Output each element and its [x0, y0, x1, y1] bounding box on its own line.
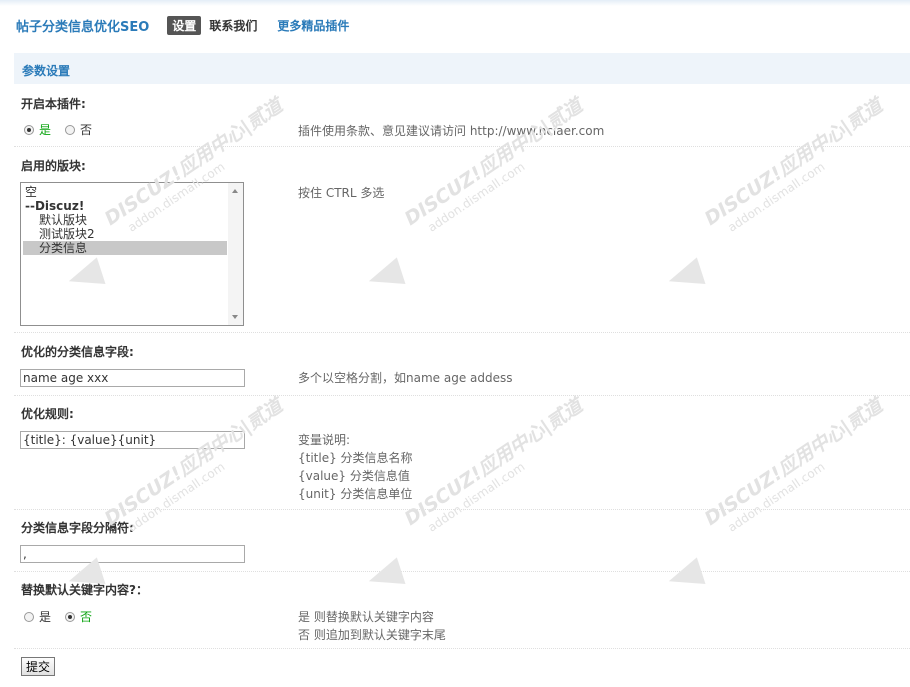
submit-button[interactable]: 提交 [21, 657, 56, 676]
replace-yes-label[interactable]: 是 [39, 608, 51, 625]
rule-hint: 变量说明: {title} 分类信息名称 {value} 分类信息值 {unit… [298, 431, 413, 503]
row-divider [14, 571, 910, 572]
forums-label: 启用的版块: [21, 159, 86, 173]
separator-label: 分类信息字段分隔符: [21, 521, 134, 535]
watermark-text: DISCUZ!应用中心|贰道 [700, 94, 887, 231]
rule-hint-line: {title} 分类信息名称 [298, 451, 413, 465]
section-title: 参数设置 [22, 64, 71, 78]
watermark: DISCUZ!应用中心|贰道 addon.dismall.com [660, 395, 900, 600]
rule-label: 优化规则: [21, 407, 74, 421]
separator-input[interactable] [20, 545, 245, 563]
enable-plugin-radio-group: 是 否 [24, 121, 106, 138]
forum-option-classified[interactable]: 分类信息 [23, 241, 227, 255]
tab-settings[interactable]: 设置 [167, 15, 202, 35]
watermark-arrow-icon [664, 257, 706, 295]
watermark-subtext: addon.dismall.com [725, 159, 828, 235]
enable-no-label[interactable]: 否 [80, 121, 92, 138]
watermark-subtext: addon.dismall.com [725, 459, 828, 535]
forum-option-test2[interactable]: 测试版块2 [23, 227, 227, 241]
forum-option-default[interactable]: 默认版块 [23, 213, 227, 227]
rule-hint-line: 变量说明: [298, 433, 351, 447]
replace-hint-line: 否 则追加到默认关键字末尾 [298, 628, 446, 642]
tab-more-plugins[interactable]: 更多精品插件 [277, 17, 349, 34]
watermark: DISCUZ!应用中心|贰道 addon.dismall.com [360, 95, 600, 300]
watermark-subtext: addon.dismall.com [425, 459, 528, 535]
row-divider [14, 146, 910, 147]
scroll-down-icon[interactable] [232, 315, 238, 319]
forum-group-discuz: --Discuz! [25, 199, 85, 213]
watermark: DISCUZ!应用中心|贰道 addon.dismall.com [660, 95, 900, 300]
row-divider [14, 509, 910, 510]
replace-keywords-hint: 是 则替换默认关键字内容 否 则追加到默认关键字末尾 [298, 608, 446, 644]
enable-no-radio[interactable] [65, 124, 76, 135]
plugin-header: 帖子分类信息优化SEO 设置 联系我们 更多精品插件 [16, 15, 349, 35]
enable-plugin-hint: 插件使用条款、意见建议请访问 http://www.nciaer.com [298, 124, 605, 138]
rule-hint-line: {unit} 分类信息单位 [298, 487, 413, 501]
replace-no-radio[interactable] [65, 611, 76, 622]
fields-input[interactable] [20, 369, 245, 387]
scroll-up-icon[interactable] [232, 189, 238, 193]
forums-multiselect[interactable]: 空 --Discuz! 默认版块 测试版块2 分类信息 [20, 182, 244, 326]
forums-scrollbar[interactable] [228, 183, 243, 325]
watermark-arrow-icon [364, 257, 406, 295]
replace-keywords-radio-group: 是 否 [24, 608, 106, 625]
replace-keywords-label: 替换默认关键字内容?： [21, 583, 148, 597]
tab-contact[interactable]: 联系我们 [209, 17, 257, 34]
replace-no-label[interactable]: 否 [80, 608, 92, 625]
replace-hint-line: 是 则替换默认关键字内容 [298, 610, 434, 624]
watermark-arrow-icon [364, 557, 406, 595]
replace-yes-radio[interactable] [24, 611, 34, 622]
row-divider [14, 648, 910, 649]
rule-hint-line: {value} 分类信息值 [298, 469, 410, 483]
top-gradient-band [0, 0, 910, 6]
rule-input[interactable] [20, 431, 245, 449]
forum-option-empty[interactable]: 空 [23, 185, 227, 199]
plugin-title: 帖子分类信息优化SEO [16, 19, 150, 35]
watermark-text: DISCUZ!应用中心|贰道 [400, 94, 587, 231]
forums-hint: 按住 CTRL 多选 [298, 186, 385, 200]
watermark-arrow-icon [664, 557, 706, 595]
fields-hint: 多个以空格分割，如name age addess [298, 371, 513, 385]
row-divider [14, 332, 910, 333]
row-divider [14, 395, 910, 396]
enable-yes-label[interactable]: 是 [39, 121, 51, 138]
enable-plugin-label: 开启本插件: [21, 97, 86, 111]
enable-yes-radio[interactable] [24, 124, 34, 135]
fields-label: 优化的分类信息字段: [21, 345, 134, 359]
section-header-bar: 参数设置 [14, 53, 910, 84]
forums-option-list: 空 --Discuz! 默认版块 测试版块2 分类信息 [23, 185, 227, 255]
